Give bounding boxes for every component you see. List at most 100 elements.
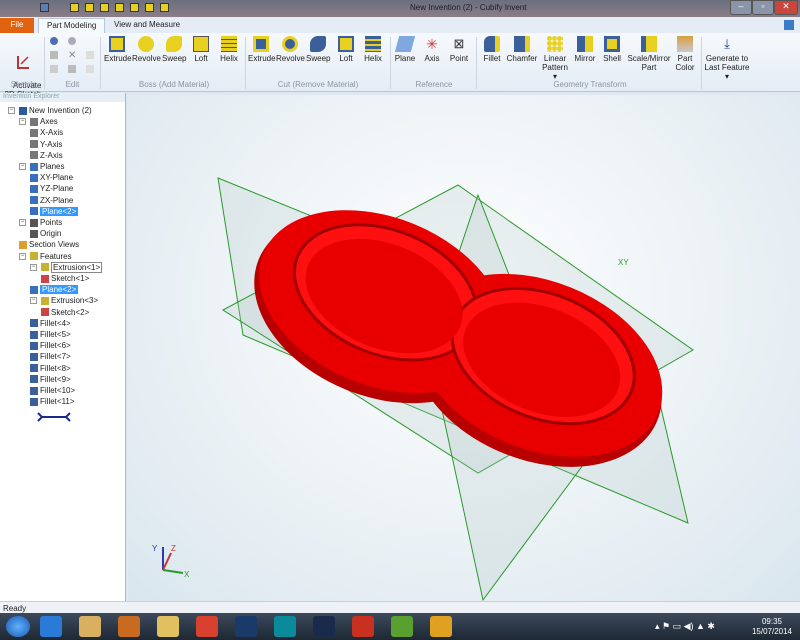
tab-file[interactable]: File: [0, 18, 34, 33]
part-color-button[interactable]: Part Color: [673, 36, 697, 72]
3d-viewport[interactable]: XY Y Z X: [128, 95, 800, 602]
mirror-button[interactable]: Mirror: [572, 36, 598, 63]
tree-item[interactable]: − Axes: [19, 116, 58, 127]
tray-icons[interactable]: ▴ ⚑ ▭ ◀) ▲ ✱: [655, 621, 715, 632]
quick-access-icon[interactable]: [70, 3, 79, 12]
undo-icon[interactable]: [50, 37, 58, 45]
tree-item[interactable]: − Extrusion<3>: [30, 295, 98, 306]
tree-item[interactable]: ZX-Plane: [30, 195, 73, 206]
shell-button[interactable]: Shell: [601, 36, 623, 63]
collapse-toggle[interactable]: −: [19, 219, 26, 226]
cut-sweep-button[interactable]: Sweep: [306, 36, 330, 63]
taskbar-app-chrome[interactable]: [196, 616, 218, 637]
tree-item[interactable]: XY-Plane: [30, 172, 73, 183]
copy-icon[interactable]: [50, 65, 58, 73]
cut-helix-button[interactable]: Helix: [362, 36, 384, 63]
collapse-toggle[interactable]: −: [19, 118, 26, 126]
quick-access-icon[interactable]: [100, 3, 109, 12]
boss-revolve-button[interactable]: Revolve: [132, 36, 161, 63]
boss-loft-button[interactable]: Loft: [191, 36, 211, 63]
tree-item[interactable]: Section Views: [19, 239, 79, 250]
cut-loft-button[interactable]: Loft: [336, 36, 356, 63]
tree-item[interactable]: − Planes: [19, 161, 64, 172]
collapse-toggle[interactable]: −: [8, 107, 15, 114]
tab-view-and-measure[interactable]: View and Measure: [106, 18, 188, 33]
quick-access-icon[interactable]: [115, 3, 124, 12]
redo-icon[interactable]: [68, 37, 76, 45]
taskbar-app-outlook[interactable]: [157, 616, 179, 637]
collapse-toggle[interactable]: −: [19, 252, 26, 260]
tree-item[interactable]: Fillet<8>: [30, 363, 71, 374]
clock[interactable]: 09:35 15/07/2014: [752, 617, 792, 637]
tree-item[interactable]: − New Invention (2): [8, 105, 92, 116]
collapse-toggle[interactable]: −: [30, 263, 37, 271]
taskbar-app-explorer[interactable]: [79, 616, 101, 637]
save-icon[interactable]: [40, 3, 49, 12]
taskbar-app-ie[interactable]: [40, 616, 62, 637]
tree-item[interactable]: Fillet<10>: [30, 385, 75, 396]
tree-item[interactable]: Origin: [30, 228, 61, 239]
close-button[interactable]: ✕: [774, 0, 798, 15]
activate-2d-sketch-button[interactable]: Activate 2D Sketch: [4, 36, 42, 99]
tree-item[interactable]: Fillet<11>: [30, 396, 75, 407]
plane-icon: [30, 173, 38, 182]
fillet-button[interactable]: Fillet: [480, 36, 504, 63]
button-label: Point: [449, 54, 469, 63]
scale-mirror-part-button[interactable]: Scale/Mirror Part: [627, 36, 671, 72]
tree-item[interactable]: − Extrusion<1>: [30, 261, 103, 273]
boss-helix-button[interactable]: Helix: [218, 36, 240, 63]
paste-icon[interactable]: [68, 65, 76, 73]
tree-item[interactable]: X-Axis: [30, 127, 63, 138]
point-button[interactable]: ⊠ Point: [448, 36, 470, 63]
plane-button[interactable]: Plane: [394, 36, 416, 63]
tree-item[interactable]: Fillet<9>: [30, 374, 71, 385]
tree-item[interactable]: Y-Axis: [30, 139, 62, 150]
delete-icon[interactable]: ✕: [68, 50, 76, 61]
taskbar-app-Ps[interactable]: [235, 616, 257, 637]
boss-sweep-button[interactable]: Sweep: [162, 36, 186, 63]
tree-item[interactable]: − Points: [19, 217, 62, 228]
collapse-toggle[interactable]: −: [30, 297, 37, 305]
chamfer-button[interactable]: Chamfer: [506, 36, 538, 63]
taskbar-app-arduino[interactable]: [274, 616, 296, 637]
tree-item[interactable]: Fillet<6>: [30, 340, 71, 351]
axis-button[interactable]: ✳ Axis: [422, 36, 442, 63]
tree-item[interactable]: Fillet<4>: [30, 318, 71, 329]
properties-icon[interactable]: [86, 65, 94, 73]
tree-item[interactable]: Sketch<1>: [41, 273, 89, 284]
linear-pattern-button[interactable]: Linear Pattern ▾: [540, 36, 570, 81]
tree-item[interactable]: YZ-Plane: [30, 183, 73, 194]
taskbar-app-R[interactable]: [352, 616, 374, 637]
help-icon[interactable]: [784, 20, 794, 30]
quick-access-icon[interactable]: [85, 3, 94, 12]
tab-part-modeling[interactable]: Part Modeling: [38, 18, 106, 33]
boss-extrude-button[interactable]: Extrude: [104, 36, 132, 63]
tree-item[interactable]: Z-Axis: [30, 150, 63, 161]
tree-item[interactable]: Fillet<5>: [30, 329, 71, 340]
start-button[interactable]: [6, 616, 30, 637]
taskbar-app-cubify[interactable]: [430, 616, 452, 637]
tree-item[interactable]: Sketch<2>: [41, 307, 89, 318]
taskbar-app-Lr[interactable]: [313, 616, 335, 637]
tree-item[interactable]: Fillet<7>: [30, 351, 71, 362]
button-label: Helix: [220, 54, 238, 63]
taskbar-app-app[interactable]: [391, 616, 413, 637]
tree-item[interactable]: Plane<2>: [30, 206, 79, 217]
button-label: Revolve: [276, 54, 305, 63]
cut-extrude-button[interactable]: Extrude: [248, 36, 276, 63]
quick-access-icon[interactable]: [130, 3, 139, 12]
tree-item[interactable]: − Features: [19, 251, 72, 262]
tree-item[interactable]: Plane<2>: [30, 284, 79, 295]
cut-icon[interactable]: [50, 51, 58, 59]
edit-icon[interactable]: [86, 51, 94, 59]
taskbar-app-media[interactable]: [118, 616, 140, 637]
model-view[interactable]: XY Y Z X: [128, 95, 800, 602]
cut-revolve-button[interactable]: Revolve: [276, 36, 305, 63]
collapse-toggle[interactable]: −: [19, 163, 26, 170]
minimize-button[interactable]: –: [730, 0, 752, 15]
maximize-button[interactable]: ▫: [752, 0, 774, 15]
quick-access-icon[interactable]: [145, 3, 154, 12]
end-of-part-marker[interactable]: [36, 411, 72, 423]
generate-to-last-feature-button[interactable]: ⤓ Generate to Last Feature ▾: [703, 36, 751, 81]
quick-access-icon[interactable]: [160, 3, 169, 12]
